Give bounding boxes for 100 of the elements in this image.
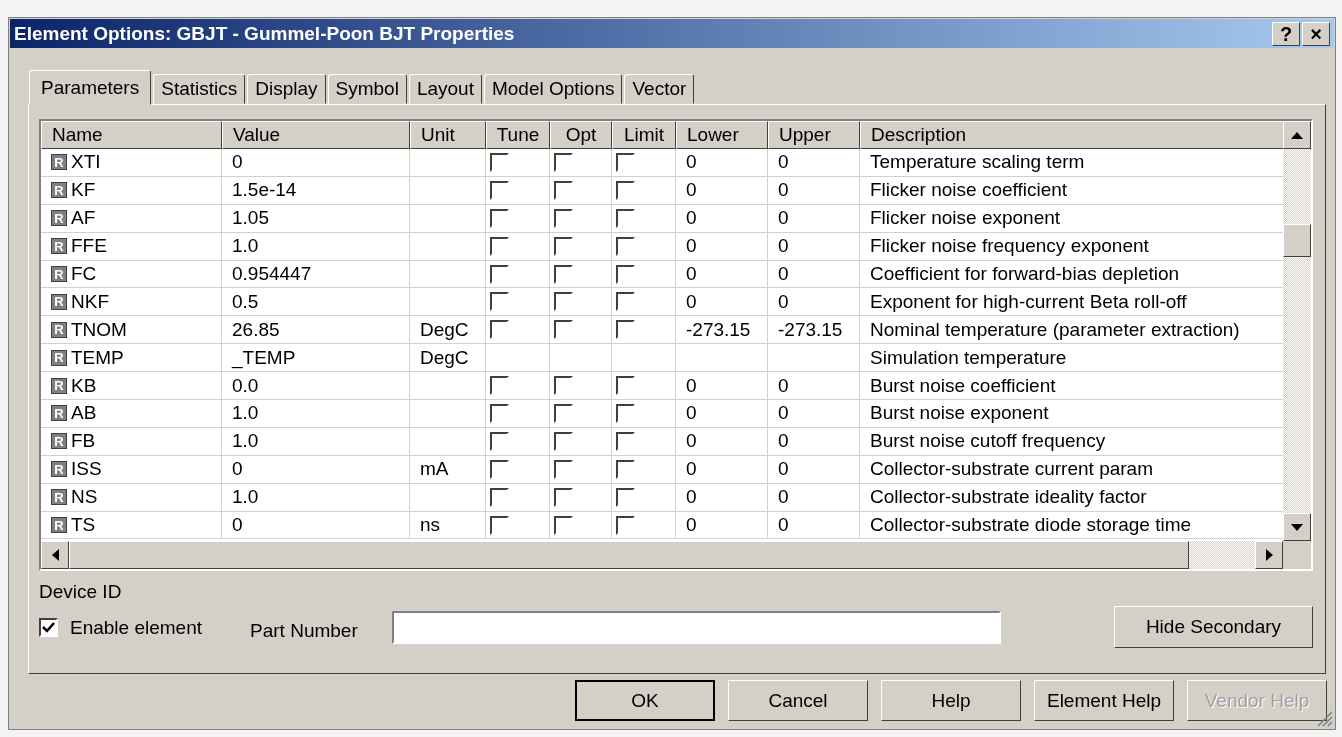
parameter-badge: R — [51, 489, 67, 506]
column-header[interactable]: Name — [41, 121, 222, 149]
checkbox[interactable] — [490, 320, 509, 340]
parameter-badge: R — [51, 182, 67, 199]
scroll-left-button[interactable] — [41, 541, 69, 569]
column-header[interactable]: Tune — [486, 121, 550, 149]
checkbox[interactable] — [490, 376, 509, 396]
table-cell: 1.0 — [222, 483, 410, 512]
table-cell: 1.0 — [222, 427, 410, 456]
part-number-field[interactable] — [391, 611, 1001, 644]
column-header[interactable]: Description — [860, 121, 1283, 149]
close-button[interactable]: × — [1302, 21, 1330, 46]
table-cell: 0 — [768, 204, 860, 233]
table-cell: 0 — [676, 400, 768, 428]
parameter-badge: R — [51, 293, 67, 310]
table-cell: 0.954447 — [222, 260, 410, 289]
table-cell: 1.05 — [222, 204, 410, 233]
table-cell: 26.85 — [222, 316, 410, 345]
section-label: Device ID — [39, 581, 123, 603]
column-header[interactable]: Lower — [676, 121, 768, 149]
table-cell: 0 — [676, 427, 768, 456]
scroll-thumb[interactable] — [1283, 224, 1311, 257]
parameter-name: ISS — [71, 458, 102, 481]
checkbox[interactable] — [490, 264, 509, 284]
table-cell: 0 — [768, 455, 860, 484]
table-cell: 0 — [768, 400, 860, 428]
checkbox[interactable] — [616, 264, 635, 284]
checkbox[interactable] — [616, 292, 635, 312]
table-cell: 1.5e-14 — [222, 176, 410, 205]
tab[interactable]: Symbol — [327, 74, 407, 104]
checkbox[interactable] — [490, 292, 509, 312]
checkbox[interactable] — [554, 376, 573, 396]
table-cell: 0 — [768, 260, 860, 289]
checkbox-label[interactable]: Enable element — [70, 616, 203, 639]
table-cell: 0 — [676, 483, 768, 512]
table-cell: 0 — [676, 288, 768, 317]
dialog-button[interactable]: OK — [575, 680, 715, 721]
down-arrow-icon — [1291, 523, 1303, 531]
table-cell: 0 — [676, 455, 768, 484]
checkbox[interactable] — [616, 515, 635, 535]
tab[interactable]: Vector — [624, 74, 695, 104]
column-header[interactable]: Unit — [410, 121, 486, 149]
table-cell: 0 — [222, 149, 410, 177]
table-cell: DegC — [410, 316, 486, 345]
parameter-badge: R — [51, 461, 67, 478]
tab[interactable]: Model Options — [483, 74, 623, 104]
table-cell: 0 — [676, 232, 768, 261]
checkbox[interactable] — [554, 515, 573, 535]
resize-grip-icon — [1315, 709, 1333, 727]
column-header[interactable]: Value — [222, 121, 410, 149]
checkbox[interactable] — [490, 515, 509, 535]
checkbox[interactable] — [616, 320, 635, 340]
table-cell: 0 — [768, 483, 860, 512]
parameter-name: FB — [71, 430, 96, 453]
tab[interactable]: Parameters — [29, 70, 152, 105]
dialog-button[interactable]: Help — [881, 680, 1021, 721]
dialog-button[interactable]: Element Help — [1034, 680, 1174, 721]
table-cell: 0 — [768, 288, 860, 317]
table-cell: -273.15 — [676, 316, 768, 345]
scroll-right-button[interactable] — [1255, 541, 1283, 569]
parameter-name: TNOM — [71, 318, 127, 341]
parameter-name: TEMP — [71, 346, 124, 369]
left-arrow-icon — [51, 549, 59, 561]
parameter-name: FC — [71, 263, 97, 285]
parameter-name: TS — [71, 514, 96, 536]
right-arrow-icon — [1265, 549, 1273, 561]
dialog-button[interactable]: Cancel — [728, 680, 868, 721]
checkbox[interactable] — [39, 618, 58, 637]
table-cell: 0 — [222, 455, 410, 484]
parameter-badge: R — [51, 210, 67, 227]
column-header[interactable]: Upper — [768, 121, 860, 149]
tab[interactable]: Display — [247, 74, 326, 104]
window-title: Element Options: GBJT - Gummel-Poon BJT Properties — [14, 22, 515, 45]
help-button[interactable]: ? — [1272, 21, 1300, 46]
table-cell: 0 — [676, 511, 768, 540]
scroll-down-button[interactable] — [1283, 513, 1311, 541]
checkbox[interactable] — [554, 292, 573, 312]
parameter-badge: R — [51, 154, 67, 171]
parameter-badge: R — [51, 517, 67, 533]
checkbox[interactable] — [616, 376, 635, 396]
checkbox[interactable] — [554, 264, 573, 284]
checkbox[interactable] — [554, 320, 573, 340]
table-cell: DegC — [410, 344, 486, 373]
scroll-up-button[interactable] — [1283, 121, 1311, 149]
column-header[interactable]: Opt — [550, 121, 612, 149]
parameter-badge: R — [51, 349, 67, 366]
parameter-badge: R — [51, 433, 67, 450]
column-header[interactable]: Limit — [612, 121, 676, 149]
parameter-name: KF — [71, 179, 96, 202]
scrollbar-corner — [1283, 541, 1311, 569]
vertical-scrollbar[interactable] — [1283, 121, 1311, 541]
parameter-name: XTI — [71, 151, 101, 174]
field-label: Part Number — [250, 619, 358, 642]
table-cell: 0 — [768, 232, 860, 261]
tab[interactable]: Layout — [408, 74, 482, 104]
table-cell: 0 — [676, 176, 768, 205]
tab[interactable]: Statistics — [153, 74, 246, 104]
parameter-name: AF — [71, 207, 96, 230]
hide-secondary-button[interactable]: Hide Secondary — [1114, 606, 1313, 648]
table-cell: _TEMP — [222, 344, 410, 373]
